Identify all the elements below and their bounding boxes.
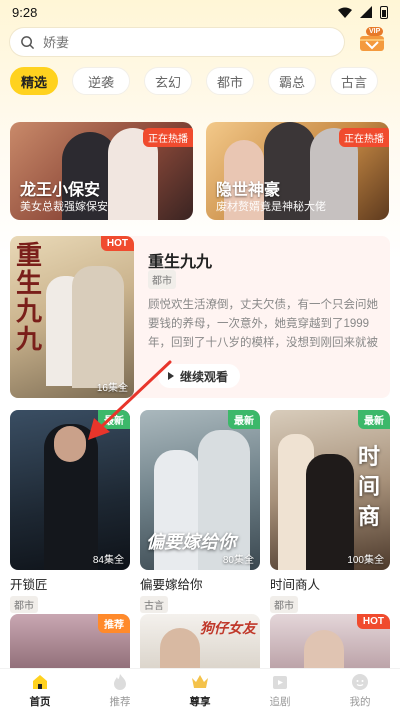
banner-title: 隐世神豪 [216, 182, 281, 199]
search-input[interactable] [43, 34, 323, 50]
nav-home-label: 首页 [29, 696, 51, 708]
status-bar: 9:28 [0, 0, 400, 24]
featured-title: 重生九九 [148, 254, 213, 271]
new-tag: 最新 [98, 410, 130, 429]
nav-follow[interactable]: 追剧 [250, 672, 310, 709]
featured-cover[interactable]: 重生九九 HOT 16集全 [10, 236, 134, 398]
home-icon [33, 675, 47, 689]
tab-xuanhuan[interactable]: 玄幻 [144, 67, 192, 95]
drama-cover-text: 狗仔女友 [200, 621, 256, 637]
banner-yinshi[interactable]: 正在热播 隐世神豪 废材赘婿竟是神秘大佬 [206, 122, 389, 220]
signal-icon [360, 6, 372, 18]
drama-genre: 都市 [10, 596, 38, 613]
continue-label: 继续观看 [180, 369, 229, 384]
banner-hot-tag: 正在热播 [143, 128, 193, 147]
drama-card-row2-2[interactable]: 狗仔女友 [140, 614, 260, 674]
nav-home[interactable]: 首页 [10, 672, 70, 709]
nav-mine-label: 我的 [349, 696, 371, 708]
drama-episodes: 80集全 [222, 555, 254, 566]
tab-dushi[interactable]: 都市 [206, 67, 254, 95]
featured-hot-tag: HOT [100, 236, 134, 251]
drama-genre: 都市 [270, 596, 298, 613]
tab-guyan[interactable]: 古言 [330, 67, 378, 95]
featured-card[interactable]: 重生九九 HOT 16集全 重生九九 都市 顾悦欢生活潦倒，丈夫欠债，有一个只会… [10, 236, 390, 398]
status-time: 9:28 [12, 4, 38, 20]
featured-genre: 都市 [148, 270, 176, 289]
new-tag: 最新 [358, 410, 390, 429]
featured-episodes: 16集全 [96, 383, 128, 394]
bottom-navigation: 首页 推荐 尊享 追剧 我的 [0, 668, 400, 712]
featured-description: 顾悦欢生活潦倒，丈夫欠债，有一个只会问她要钱的养母，一次意外，她竟穿越到了199… [148, 299, 378, 349]
nav-recommend[interactable]: 推荐 [90, 672, 150, 709]
wifi-icon [338, 7, 352, 18]
drama-card-row2-1[interactable]: 推荐 [10, 614, 130, 674]
drama-card-pianyaojiageini[interactable]: 偏要嫁给你 最新 80集全 偏要嫁给你 古言 [140, 410, 260, 614]
drama-title: 时间商人 [270, 578, 321, 592]
flame-icon [114, 674, 126, 690]
drama-cover[interactable]: 最新 84集全 [10, 410, 130, 570]
user-icon [352, 674, 368, 690]
vip-badge: VIP [366, 27, 384, 36]
crown-icon [192, 675, 208, 688]
drama-cover[interactable]: 时间商 最新 100集全 [270, 410, 390, 570]
drama-card-shijianshangren[interactable]: 时间商 最新 100集全 时间商人 都市 [270, 410, 390, 614]
drama-title: 开锁匠 [10, 578, 48, 592]
drama-cover-text: 时间商 [358, 444, 381, 530]
nav-premium-label: 尊享 [189, 696, 211, 708]
tab-jingxuan[interactable]: 精选 [10, 67, 58, 95]
drama-cover[interactable]: 偏要嫁给你 最新 80集全 [140, 410, 260, 570]
drama-episodes: 100集全 [347, 555, 384, 566]
tab-nixi[interactable]: 逆袭 [72, 67, 130, 95]
drama-card-row2-3[interactable]: HOT [270, 614, 390, 674]
hot-tag: HOT [356, 614, 390, 629]
category-tabs: 精选 逆袭 玄幻 都市 霸总 古言 [10, 67, 378, 95]
featured-cover-text: 重生九九 [16, 241, 43, 355]
tab-bazong[interactable]: 霸总 [268, 67, 316, 95]
drama-title: 偏要嫁给你 [140, 578, 203, 592]
search-bar[interactable] [10, 28, 344, 56]
banner-title: 龙王小保安 [20, 182, 101, 199]
nav-premium[interactable]: 尊享 [170, 672, 230, 709]
cover-face [54, 426, 86, 462]
nav-mine[interactable]: 我的 [330, 672, 390, 709]
play-icon [168, 372, 174, 380]
play-box-icon [273, 676, 287, 689]
drama-genre: 古言 [140, 596, 168, 613]
new-tag: 最新 [228, 410, 260, 429]
nav-recommend-label: 推荐 [109, 696, 131, 708]
search-icon [21, 35, 34, 49]
status-icons [338, 5, 388, 19]
cover-figure-man [72, 266, 124, 388]
banner-subtitle: 美女总裁强嫁保安 [20, 201, 108, 213]
banner-subtitle: 废材赘婿竟是神秘大佬 [216, 201, 326, 213]
nav-follow-label: 追剧 [269, 696, 291, 708]
banner-longwang[interactable]: 正在热播 龙王小保安 美女总裁强嫁保安 [10, 122, 193, 220]
recommend-tag: 推荐 [98, 614, 130, 633]
drama-episodes: 84集全 [92, 555, 124, 566]
banner-hot-tag: 正在热播 [339, 128, 389, 147]
continue-watching-button[interactable]: 继续观看 [158, 364, 241, 388]
drama-card-kaisuojiang[interactable]: 最新 84集全 开锁匠 都市 [10, 410, 130, 614]
battery-icon [380, 5, 388, 19]
